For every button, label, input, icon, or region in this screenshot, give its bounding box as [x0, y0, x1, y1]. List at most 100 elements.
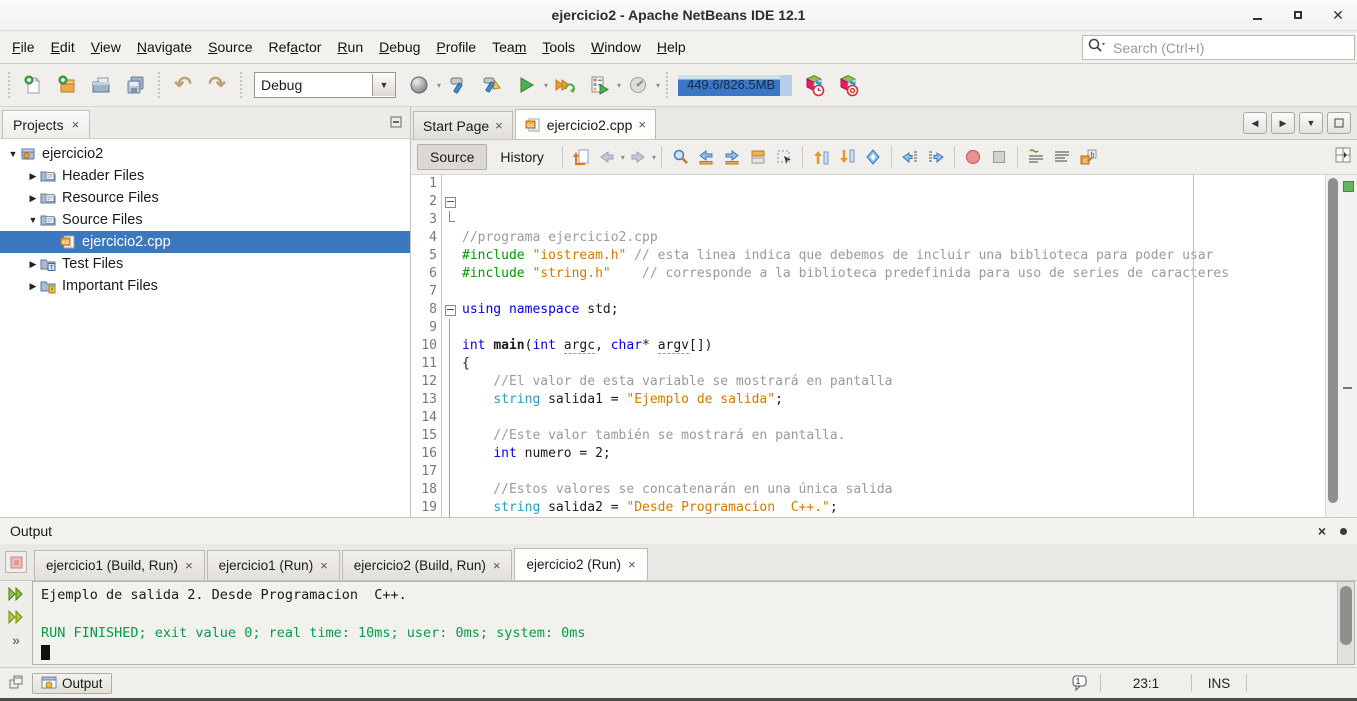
build-project-button[interactable]	[443, 68, 473, 102]
profiling-point-stop-button[interactable]	[832, 68, 862, 102]
menu-team[interactable]: Team	[484, 35, 534, 59]
fold-marker[interactable]	[442, 301, 458, 319]
code-editor[interactable]: 1234567891011121314151617181920 //progra…	[411, 175, 1357, 517]
find-selection-button[interactable]	[667, 144, 693, 170]
combobox-dropdown-icon[interactable]: ▼	[372, 74, 395, 96]
fold-marker[interactable]	[442, 193, 458, 211]
code-line[interactable]: #include "string.h" // corresponde a la …	[458, 265, 1325, 283]
notifications-icon[interactable]: 1	[1070, 674, 1090, 692]
last-edit-location-button[interactable]	[568, 144, 594, 170]
close-icon[interactable]: ×	[185, 558, 193, 573]
close-icon[interactable]: ×	[320, 558, 328, 573]
collapse-icon[interactable]: ▼	[26, 215, 40, 225]
expand-icon[interactable]: ▶	[26, 281, 40, 292]
back-button[interactable]	[594, 144, 620, 170]
code-line[interactable]: //El valor de esta variable se mostrará …	[458, 373, 1325, 391]
collapse-icon[interactable]: ▼	[6, 149, 20, 159]
menu-file[interactable]: File	[4, 35, 43, 59]
dropdown-caret-icon[interactable]: ▾	[544, 81, 548, 90]
tree-item-ejercicio2[interactable]: ▼ejercicio2	[0, 143, 410, 165]
scroll-tabs-right-button[interactable]: ▶	[1271, 112, 1295, 134]
scroll-to-end-button[interactable]: »	[6, 631, 26, 649]
float-window-icon[interactable]	[1340, 528, 1347, 535]
menu-run[interactable]: Run	[329, 35, 371, 59]
dropdown-caret-icon[interactable]: ▾	[656, 81, 660, 90]
save-all-button[interactable]	[120, 68, 150, 102]
clean-build-button[interactable]	[477, 68, 507, 102]
close-icon[interactable]: ×	[1318, 523, 1326, 539]
scrollbar-thumb[interactable]	[1328, 178, 1338, 503]
toggle-bookmark-button[interactable]	[860, 144, 886, 170]
dock-panel-icon[interactable]	[8, 674, 24, 693]
maximize-button[interactable]	[1291, 8, 1305, 22]
split-document-button[interactable]	[1335, 147, 1351, 168]
menu-debug[interactable]: Debug	[371, 35, 428, 59]
output-tab-ejercicio1-build-run-[interactable]: ejercicio1 (Build, Run)×	[34, 550, 205, 580]
minimize-panel-icon[interactable]	[390, 115, 402, 133]
rerun-button[interactable]	[6, 585, 26, 603]
code-line[interactable]: string salida1 = "Ejemplo de salida";	[458, 391, 1325, 409]
source-view-button[interactable]: Source	[417, 144, 487, 170]
code-line[interactable]: //programa ejercicio2.cpp	[458, 229, 1325, 247]
tree-item-resource-files[interactable]: ▶Resource Files	[0, 187, 410, 209]
tree-item-important-files[interactable]: ▶Important Files	[0, 275, 410, 297]
code-line[interactable]: string salida2 = "Desde Programacion C++…	[458, 499, 1325, 517]
memory-indicator[interactable]: 449.6/826.5MB	[678, 75, 792, 96]
shift-right-button[interactable]	[923, 144, 949, 170]
history-view-button[interactable]: History	[487, 144, 557, 170]
code-line[interactable]	[458, 409, 1325, 427]
new-file-button[interactable]	[18, 68, 48, 102]
find-next-button[interactable]	[719, 144, 745, 170]
menu-edit[interactable]: Edit	[43, 35, 83, 59]
config-combobox[interactable]: Debug ▼	[254, 72, 396, 98]
code-line[interactable]: int main(int argc, char* argv[])	[458, 337, 1325, 355]
open-project-button[interactable]	[86, 68, 116, 102]
menu-window[interactable]: Window	[583, 35, 649, 59]
tree-item-ejercicio2-cpp[interactable]: ccejercicio2.cpp	[0, 231, 410, 253]
close-button[interactable]: ✕	[1331, 8, 1345, 22]
editor-tab-start-page[interactable]: Start Page×	[413, 111, 513, 139]
minimize-button[interactable]	[1251, 8, 1265, 22]
comment-button[interactable]	[1023, 144, 1049, 170]
tree-item-test-files[interactable]: ▶TTest Files	[0, 253, 410, 275]
menu-view[interactable]: View	[83, 35, 129, 59]
record-macro-button[interactable]	[960, 144, 986, 170]
output-tab-ejercicio2-run-[interactable]: ejercicio2 (Run)×	[514, 548, 647, 580]
code-line[interactable]	[458, 463, 1325, 481]
build-host-button[interactable]	[404, 68, 434, 102]
rectangular-selection-button[interactable]	[771, 144, 797, 170]
next-bookmark-button[interactable]	[834, 144, 860, 170]
rerun-with-options-button[interactable]	[6, 608, 26, 626]
error-stripe[interactable]	[1340, 175, 1357, 517]
dropdown-caret-icon[interactable]: ▾	[652, 153, 656, 162]
menu-profile[interactable]: Profile	[428, 35, 484, 59]
editor-tab-ejercicio2-cpp[interactable]: ccejercicio2.cpp×	[515, 109, 656, 139]
output-tab-ejercicio1-run-[interactable]: ejercicio1 (Run)×	[207, 550, 340, 580]
stop-macro-button[interactable]	[986, 144, 1012, 170]
scrollbar-thumb[interactable]	[1340, 586, 1352, 645]
menu-source[interactable]: Source	[200, 35, 260, 59]
tree-item-header-files[interactable]: ▶Header Files	[0, 165, 410, 187]
code-line[interactable]: //Estos valores se concatenarán en una ú…	[458, 481, 1325, 499]
find-previous-button[interactable]	[693, 144, 719, 170]
code-line[interactable]: //Este valor también se mostrará en pant…	[458, 427, 1325, 445]
profile-project-button[interactable]	[584, 68, 614, 102]
close-icon[interactable]: ×	[638, 117, 646, 132]
editor-vertical-scrollbar[interactable]	[1325, 175, 1340, 517]
code-line[interactable]: using namespace std;	[458, 301, 1325, 319]
code-line[interactable]	[458, 283, 1325, 301]
expand-icon[interactable]: ▶	[26, 171, 40, 182]
maximize-window-button[interactable]	[1327, 112, 1351, 134]
code-line[interactable]: {	[458, 355, 1325, 373]
show-documents-list-button[interactable]: ▼	[1299, 112, 1323, 134]
expand-icon[interactable]: ▶	[26, 259, 40, 270]
output-console[interactable]: Ejemplo de salida 2. Desde Programacion …	[32, 581, 1355, 665]
go-to-header-source-button[interactable]: hc	[1075, 144, 1101, 170]
dropdown-caret-icon[interactable]: ▾	[617, 81, 621, 90]
tab-projects[interactable]: Projects ×	[2, 110, 90, 138]
profile-method-button[interactable]	[623, 68, 653, 102]
code-fold-column[interactable]	[442, 175, 458, 517]
redo-button[interactable]: ↷	[202, 68, 232, 102]
code-line[interactable]	[458, 319, 1325, 337]
forward-button[interactable]	[625, 144, 651, 170]
